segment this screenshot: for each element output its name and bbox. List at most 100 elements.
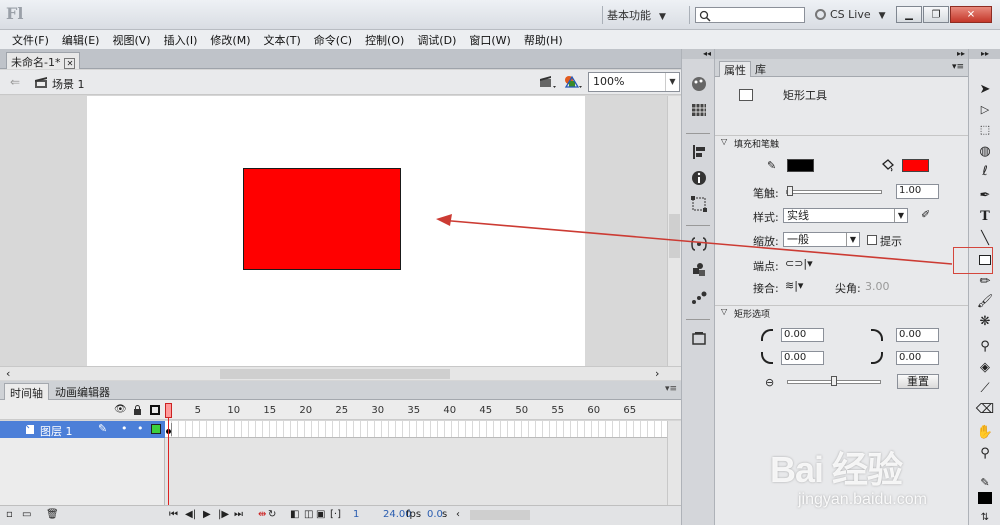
search-input[interactable] — [695, 7, 805, 23]
frames-row[interactable] — [165, 421, 667, 438]
menu-debug[interactable]: 调试(D) — [413, 30, 460, 49]
frame-number[interactable]: 55 — [551, 405, 564, 416]
tab-timeline[interactable]: 时间轴 — [4, 383, 49, 400]
pencil-tool-icon[interactable]: ✏ — [975, 273, 995, 291]
elapsed-time[interactable]: 0.0 — [427, 509, 443, 520]
swatches-grid-icon[interactable] — [690, 101, 708, 119]
reset-button[interactable]: 重置 — [897, 374, 939, 389]
workspace-switcher[interactable]: 基本功能 ▼ — [607, 7, 666, 23]
step-back-icon[interactable]: ◀| — [185, 509, 196, 520]
menu-text[interactable]: 文本(T) — [259, 30, 304, 49]
align-icon[interactable] — [690, 143, 708, 161]
frame-ruler[interactable]: 15101520253035404550556065 — [165, 400, 667, 420]
lock-icon[interactable] — [133, 405, 142, 416]
new-layer-icon[interactable]: ▫ — [6, 509, 13, 520]
cap-select[interactable]: ⊂⊃|▾ — [785, 257, 813, 270]
corner-radius-top-left[interactable]: 0.00 — [781, 328, 824, 342]
scroll-right-icon[interactable]: › — [655, 367, 659, 380]
menu-file[interactable]: 文件(F) — [8, 30, 53, 49]
lock-dot[interactable]: • — [137, 422, 144, 435]
frame-number[interactable]: 40 — [443, 405, 456, 416]
stage-vertical-scrollbar[interactable] — [667, 96, 681, 366]
brush-tool-icon[interactable]: 🖌 — [975, 293, 995, 311]
frame-number[interactable]: 35 — [407, 405, 420, 416]
frame-number[interactable]: 50 — [515, 405, 528, 416]
delete-icon[interactable]: 🗑 — [46, 509, 59, 520]
line-tool-icon[interactable]: ╲ — [975, 230, 995, 248]
minimize-button[interactable]: ▁ — [896, 6, 922, 23]
subselection-tool-icon[interactable]: ▷ — [975, 101, 995, 119]
document-tab[interactable]: 未命名-1* ✕ — [6, 52, 81, 69]
stroke-width-slider[interactable] — [786, 186, 882, 196]
corner-radius-slider[interactable] — [787, 376, 881, 386]
hinting-checkbox[interactable] — [867, 235, 877, 245]
timeline-hscroll-thumb[interactable] — [470, 510, 530, 520]
lasso-tool-icon[interactable]: ℓ — [975, 163, 995, 181]
selection-tool-icon[interactable]: ➤ — [975, 81, 995, 99]
frame-number[interactable]: 5 — [195, 405, 201, 416]
section-rectangle-options[interactable]: ▽ 矩形选项 — [715, 305, 968, 320]
pen-tool-icon[interactable]: ✒ — [975, 187, 995, 205]
close-icon[interactable]: ✕ — [64, 58, 76, 69]
last-frame-icon[interactable]: ⏭ — [234, 509, 243, 520]
frame-number[interactable]: 30 — [371, 405, 384, 416]
outline-icon[interactable] — [150, 405, 160, 415]
panel-menu-icon[interactable]: ▾≡ — [952, 62, 964, 72]
corner-radius-top-right[interactable]: 0.00 — [896, 328, 939, 342]
edit-scene-icon[interactable] — [538, 73, 558, 91]
menu-help[interactable]: 帮助(H) — [520, 30, 567, 49]
deco-tool-icon[interactable]: ❋ — [975, 313, 995, 331]
center-frame-icon[interactable]: ⇹ — [258, 509, 266, 520]
miter-value[interactable]: 3.00 — [865, 280, 890, 293]
scroll-thumb[interactable] — [669, 214, 680, 258]
layer-row[interactable]: 图层 1 ✎ • • — [0, 421, 165, 438]
color-palette-icon[interactable] — [690, 75, 708, 93]
tools-collapse-icon[interactable]: ▸▸ — [969, 49, 1000, 59]
visibility-dot[interactable]: • — [121, 422, 128, 435]
scroll-thumb[interactable] — [220, 369, 450, 379]
tab-motion-editor[interactable]: 动画编辑器 — [50, 383, 115, 400]
free-transform-tool-icon[interactable]: ⬚ — [975, 121, 995, 139]
link-icon[interactable]: ⊖ — [765, 376, 774, 389]
onion-markers-icon[interactable]: [·] — [330, 509, 341, 520]
close-button[interactable]: ✕ — [950, 6, 992, 23]
3d-rotation-tool-icon[interactable]: ◍ — [975, 143, 995, 161]
eraser-tool-icon[interactable]: ⌫ — [975, 401, 995, 419]
frame-number[interactable]: 20 — [299, 405, 312, 416]
menu-insert[interactable]: 插入(I) — [160, 30, 202, 49]
stage[interactable] — [87, 96, 585, 366]
back-arrow-icon[interactable]: ⇐ — [10, 75, 20, 89]
components-icon[interactable] — [690, 261, 708, 279]
timeline-scrollbar[interactable] — [667, 421, 681, 506]
keyframe[interactable] — [166, 423, 172, 436]
corner-radius-bottom-right[interactable]: 0.00 — [896, 351, 939, 365]
menu-control[interactable]: 控制(O) — [361, 30, 408, 49]
scroll-left-icon[interactable]: ‹ — [6, 367, 10, 380]
motion-presets-icon[interactable] — [690, 289, 708, 307]
scene-panel-icon[interactable] — [690, 329, 708, 347]
frame-number[interactable]: 10 — [227, 405, 240, 416]
restore-button[interactable]: ❐ — [923, 6, 949, 23]
tab-library[interactable]: 库 — [751, 61, 770, 77]
frame-number[interactable]: 60 — [587, 405, 600, 416]
menu-view[interactable]: 视图(V) — [108, 30, 154, 49]
loop-icon[interactable]: ↻ — [268, 509, 276, 520]
stroke-width-field[interactable]: 1.00 — [896, 184, 939, 199]
new-folder-icon[interactable]: ▭ — [22, 509, 31, 520]
stroke-color-swatch[interactable] — [787, 159, 814, 172]
playhead[interactable] — [165, 403, 172, 418]
outline-color-box[interactable] — [151, 424, 161, 434]
eye-icon[interactable]: 👁 — [114, 404, 127, 415]
current-frame[interactable]: 1 — [353, 509, 359, 520]
red-rectangle-shape[interactable] — [243, 168, 401, 270]
paint-bucket-tool-icon[interactable]: ◈ — [975, 359, 995, 377]
frame-number[interactable]: 25 — [335, 405, 348, 416]
edit-multiple-icon[interactable]: ▣ — [316, 509, 325, 520]
zoom-select[interactable]: 100% ▼ — [588, 72, 680, 92]
step-forward-icon[interactable]: |▶ — [218, 509, 229, 520]
menu-window[interactable]: 窗口(W) — [465, 30, 514, 49]
corner-radius-bottom-left[interactable]: 0.00 — [781, 351, 824, 365]
scale-select[interactable]: 一般 ▼ — [783, 232, 860, 247]
edit-stroke-style-icon[interactable]: ✐ — [921, 208, 930, 221]
bone-tool-icon[interactable]: ⚲ — [975, 338, 995, 356]
